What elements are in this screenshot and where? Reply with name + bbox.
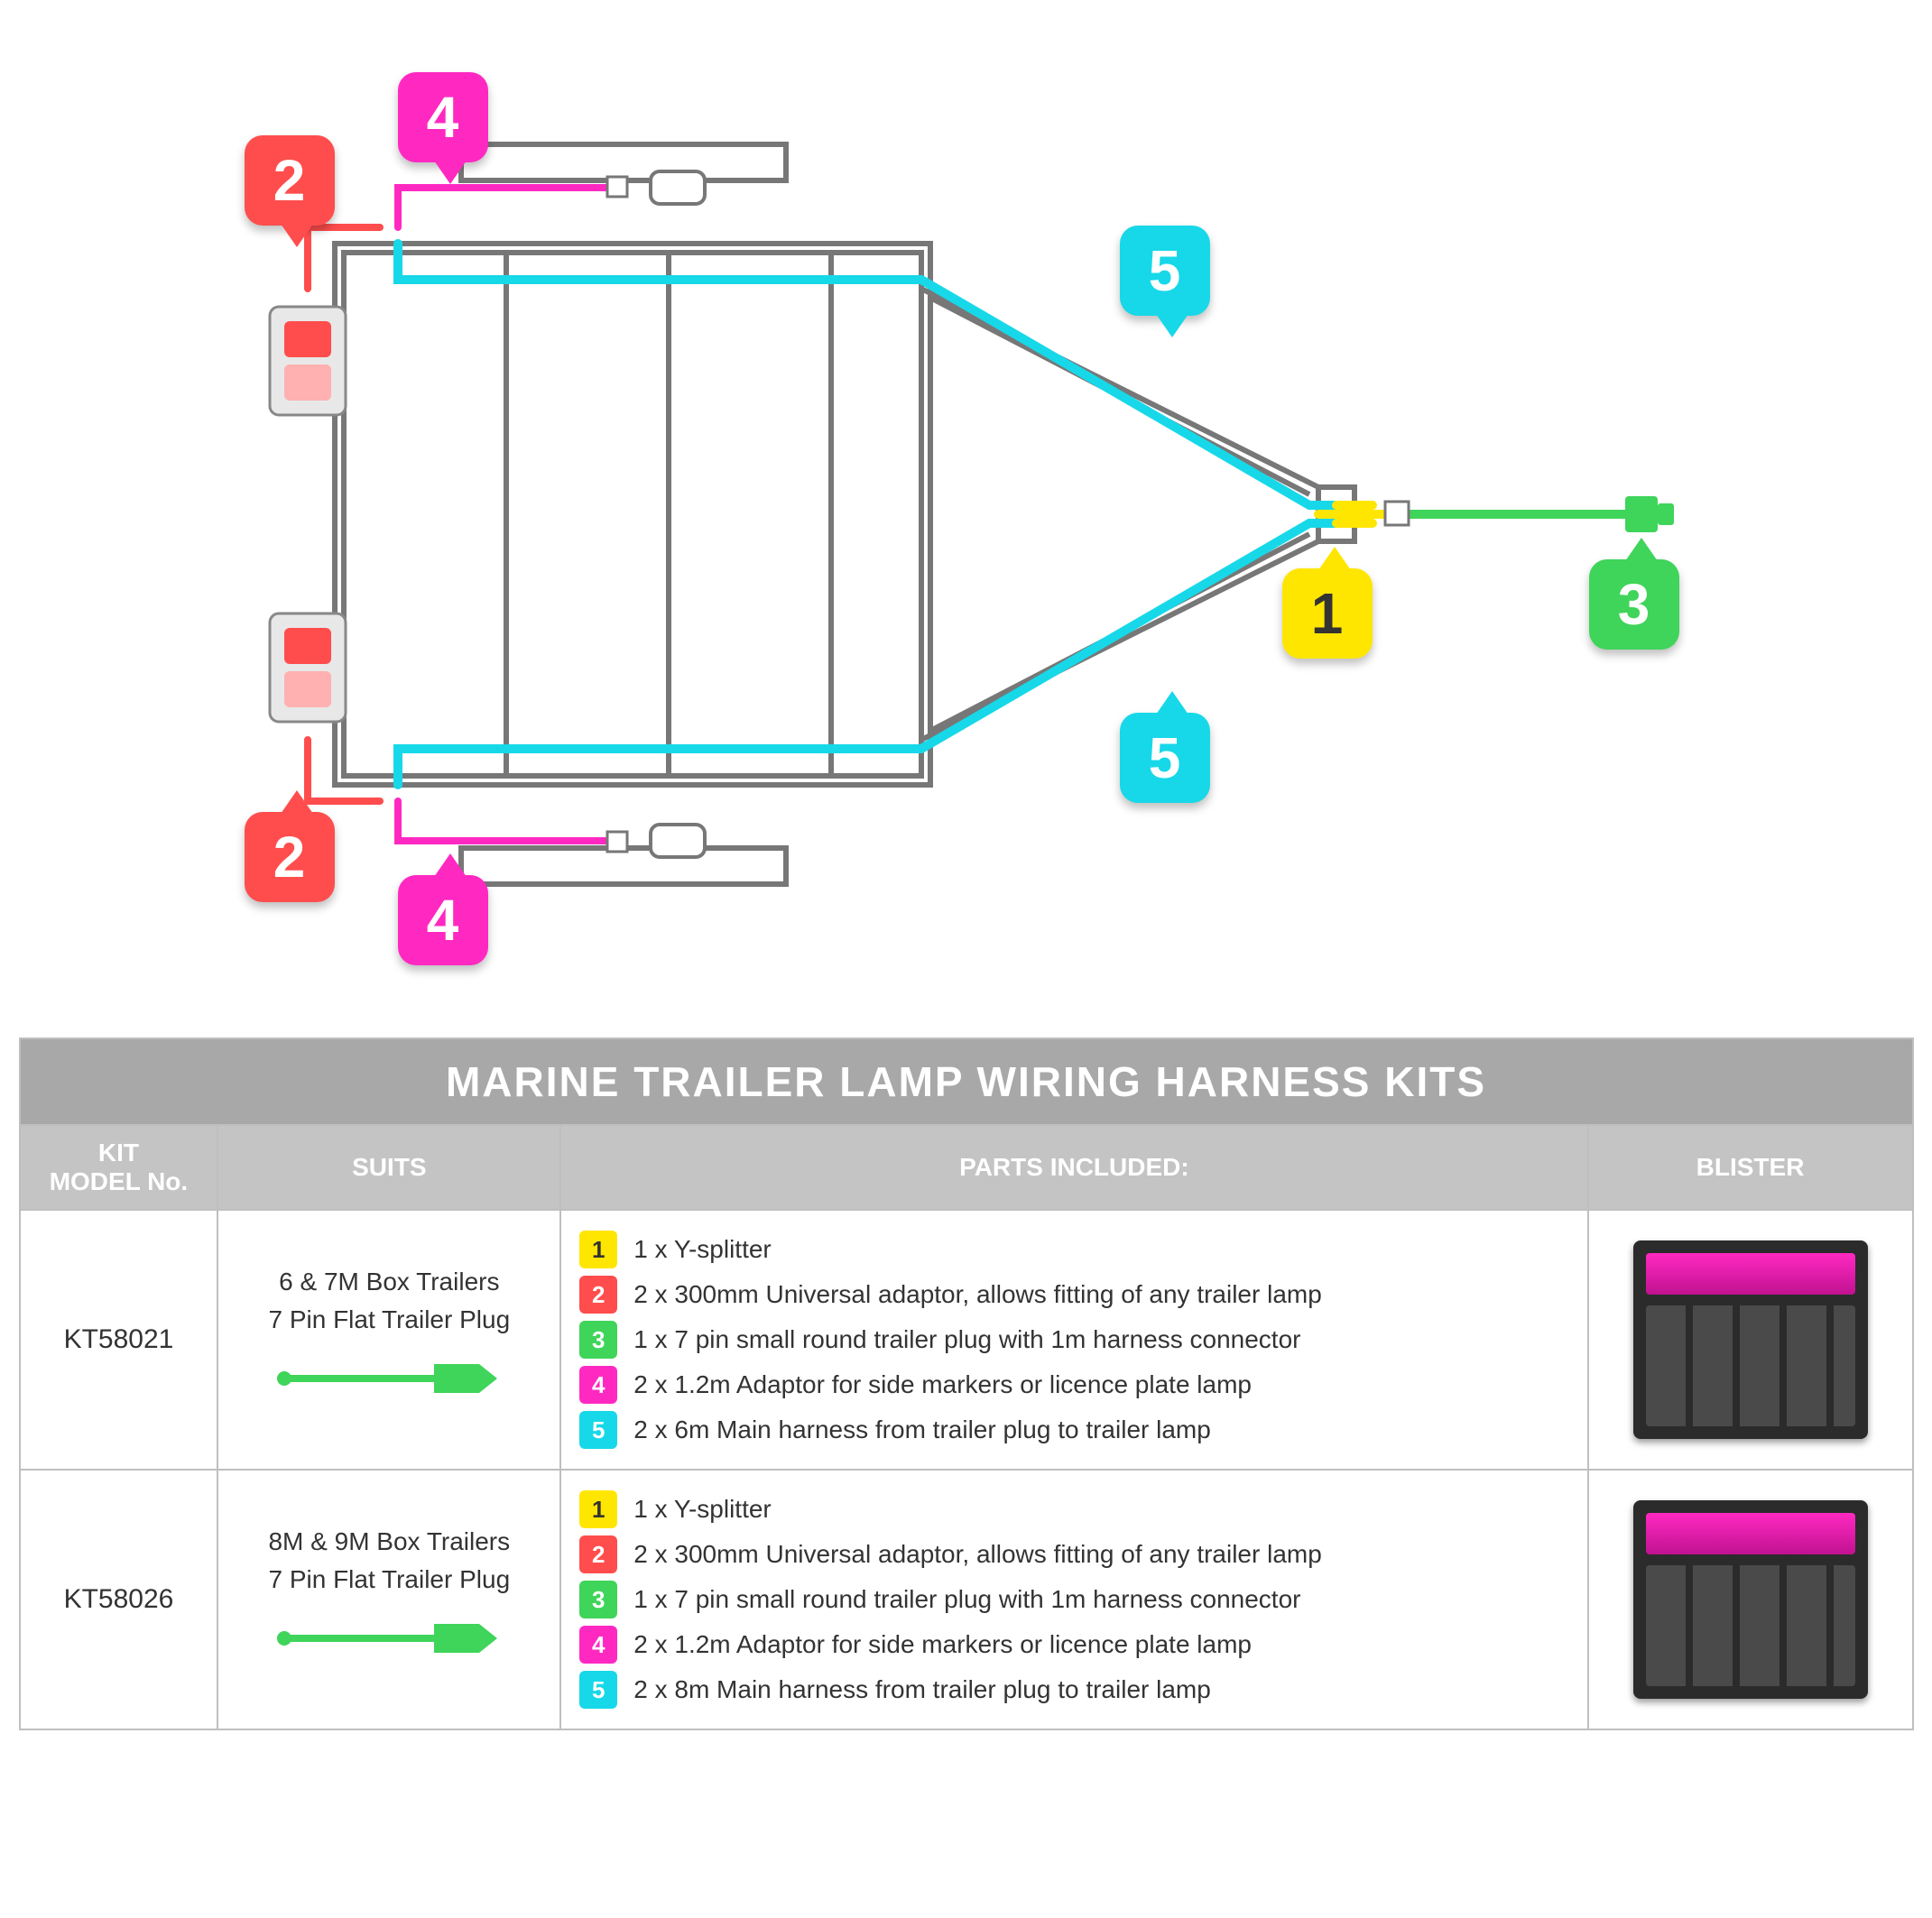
part-num: 1 <box>579 1490 617 1528</box>
cell-blister <box>1588 1210 1913 1470</box>
part-num: 5 <box>579 1411 617 1449</box>
part-row: 2 2 x 300mm Universal adaptor, allows fit… <box>579 1535 1568 1573</box>
part-row: 1 1 x Y-splitter <box>579 1490 1568 1528</box>
callout-2-top: 2 <box>245 135 335 226</box>
plug-illustration-icon <box>272 1611 506 1665</box>
callout-3: 3 <box>1589 559 1679 650</box>
part-text: 2 x 6m Main harness from trailer plug to… <box>633 1415 1211 1444</box>
table-row: KT58026 8M & 9M Box Trailers 7 Pin Flat … <box>20 1470 1913 1729</box>
col-head-suits: SUITS <box>217 1125 560 1210</box>
part-text: 1 x 7 pin small round trailer plug with … <box>633 1325 1300 1354</box>
part-num: 3 <box>579 1321 617 1359</box>
part-text: 1 x Y-splitter <box>633 1235 772 1264</box>
col-head-blister: BLISTER <box>1588 1125 1913 1210</box>
part-num: 1 <box>579 1231 617 1268</box>
callout-2-bottom: 2 <box>245 812 335 902</box>
callout-1: 1 <box>1282 568 1373 659</box>
part-row: 4 2 x 1.2m Adaptor for side markers or li… <box>579 1626 1568 1664</box>
part-row: 5 2 x 6m Main harness from trailer plug t… <box>579 1411 1568 1449</box>
part-num: 4 <box>579 1366 617 1404</box>
cell-suits: 6 & 7M Box Trailers 7 Pin Flat Trailer P… <box>217 1210 560 1470</box>
callout-1-num: 1 <box>1311 580 1344 647</box>
callout-4-bottom: 4 <box>398 875 488 965</box>
callout-4-bottom-num: 4 <box>427 887 459 954</box>
callout-2-bottom-num: 2 <box>273 824 306 890</box>
part-text: 2 x 8m Main harness from trailer plug to… <box>633 1675 1211 1704</box>
part-num: 3 <box>579 1581 617 1618</box>
part-row: 2 2 x 300mm Universal adaptor, allows fit… <box>579 1276 1568 1314</box>
cell-model: KT58026 <box>20 1470 218 1729</box>
col-head-model: KITMODEL No. <box>20 1125 218 1210</box>
callout-3-num: 3 <box>1618 571 1650 638</box>
part-text: 1 x Y-splitter <box>633 1495 772 1524</box>
part-text: 2 x 1.2m Adaptor for side markers or lic… <box>633 1370 1252 1399</box>
blister-pack-icon <box>1633 1500 1868 1699</box>
wiring-diagram: 2 4 5 1 3 5 2 4 <box>19 18 1914 1010</box>
part-row: 4 2 x 1.2m Adaptor for side markers or li… <box>579 1366 1568 1404</box>
callout-4-top-num: 4 <box>427 84 459 151</box>
part-num: 5 <box>579 1671 617 1709</box>
part-text: 1 x 7 pin small round trailer plug with … <box>633 1585 1300 1614</box>
table-row: KT58021 6 & 7M Box Trailers 7 Pin Flat T… <box>20 1210 1913 1470</box>
cell-suits: 8M & 9M Box Trailers 7 Pin Flat Trailer … <box>217 1470 560 1729</box>
callout-5-bottom: 5 <box>1120 713 1210 803</box>
cell-parts: 1 1 x Y-splitter 2 2 x 300mm Universal ada… <box>560 1470 1587 1729</box>
kits-table: MARINE TRAILER LAMP WIRING HARNESS KITS … <box>19 1037 1914 1730</box>
part-row: 5 2 x 8m Main harness from trailer plug t… <box>579 1671 1568 1709</box>
callout-5-top: 5 <box>1120 226 1210 316</box>
part-row: 3 1 x 7 pin small round trailer plug with… <box>579 1581 1568 1618</box>
suits-line2: 7 Pin Flat Trailer Plug <box>236 1561 541 1599</box>
suits-line1: 8M & 9M Box Trailers <box>236 1523 541 1561</box>
cell-model: KT58021 <box>20 1210 218 1470</box>
part-text: 2 x 300mm Universal adaptor, allows fitt… <box>633 1280 1322 1309</box>
callout-4-top: 4 <box>398 72 488 162</box>
table-header-row: KITMODEL No. SUITS PARTS INCLUDED: BLIST… <box>20 1125 1913 1210</box>
suits-line1: 6 & 7M Box Trailers <box>236 1263 541 1301</box>
part-row: 3 1 x 7 pin small round trailer plug with… <box>579 1321 1568 1359</box>
cell-parts: 1 1 x Y-splitter 2 2 x 300mm Universal ada… <box>560 1210 1587 1470</box>
callout-5-top-num: 5 <box>1149 237 1181 304</box>
part-row: 1 1 x Y-splitter <box>579 1231 1568 1268</box>
part-text: 2 x 1.2m Adaptor for side markers or lic… <box>633 1630 1252 1659</box>
part-num: 2 <box>579 1535 617 1573</box>
part-text: 2 x 300mm Universal adaptor, allows fitt… <box>633 1540 1322 1569</box>
plug-illustration-icon <box>272 1351 506 1406</box>
callout-2-top-num: 2 <box>273 147 306 214</box>
suits-line2: 7 Pin Flat Trailer Plug <box>236 1301 541 1339</box>
blister-pack-icon <box>1633 1240 1868 1439</box>
table-title: MARINE TRAILER LAMP WIRING HARNESS KITS <box>20 1038 1913 1125</box>
part-num: 4 <box>579 1626 617 1664</box>
col-head-parts: PARTS INCLUDED: <box>560 1125 1587 1210</box>
cell-blister <box>1588 1470 1913 1729</box>
table-title-row: MARINE TRAILER LAMP WIRING HARNESS KITS <box>20 1038 1913 1125</box>
part-num: 2 <box>579 1276 617 1314</box>
callout-5-bottom-num: 5 <box>1149 724 1181 791</box>
